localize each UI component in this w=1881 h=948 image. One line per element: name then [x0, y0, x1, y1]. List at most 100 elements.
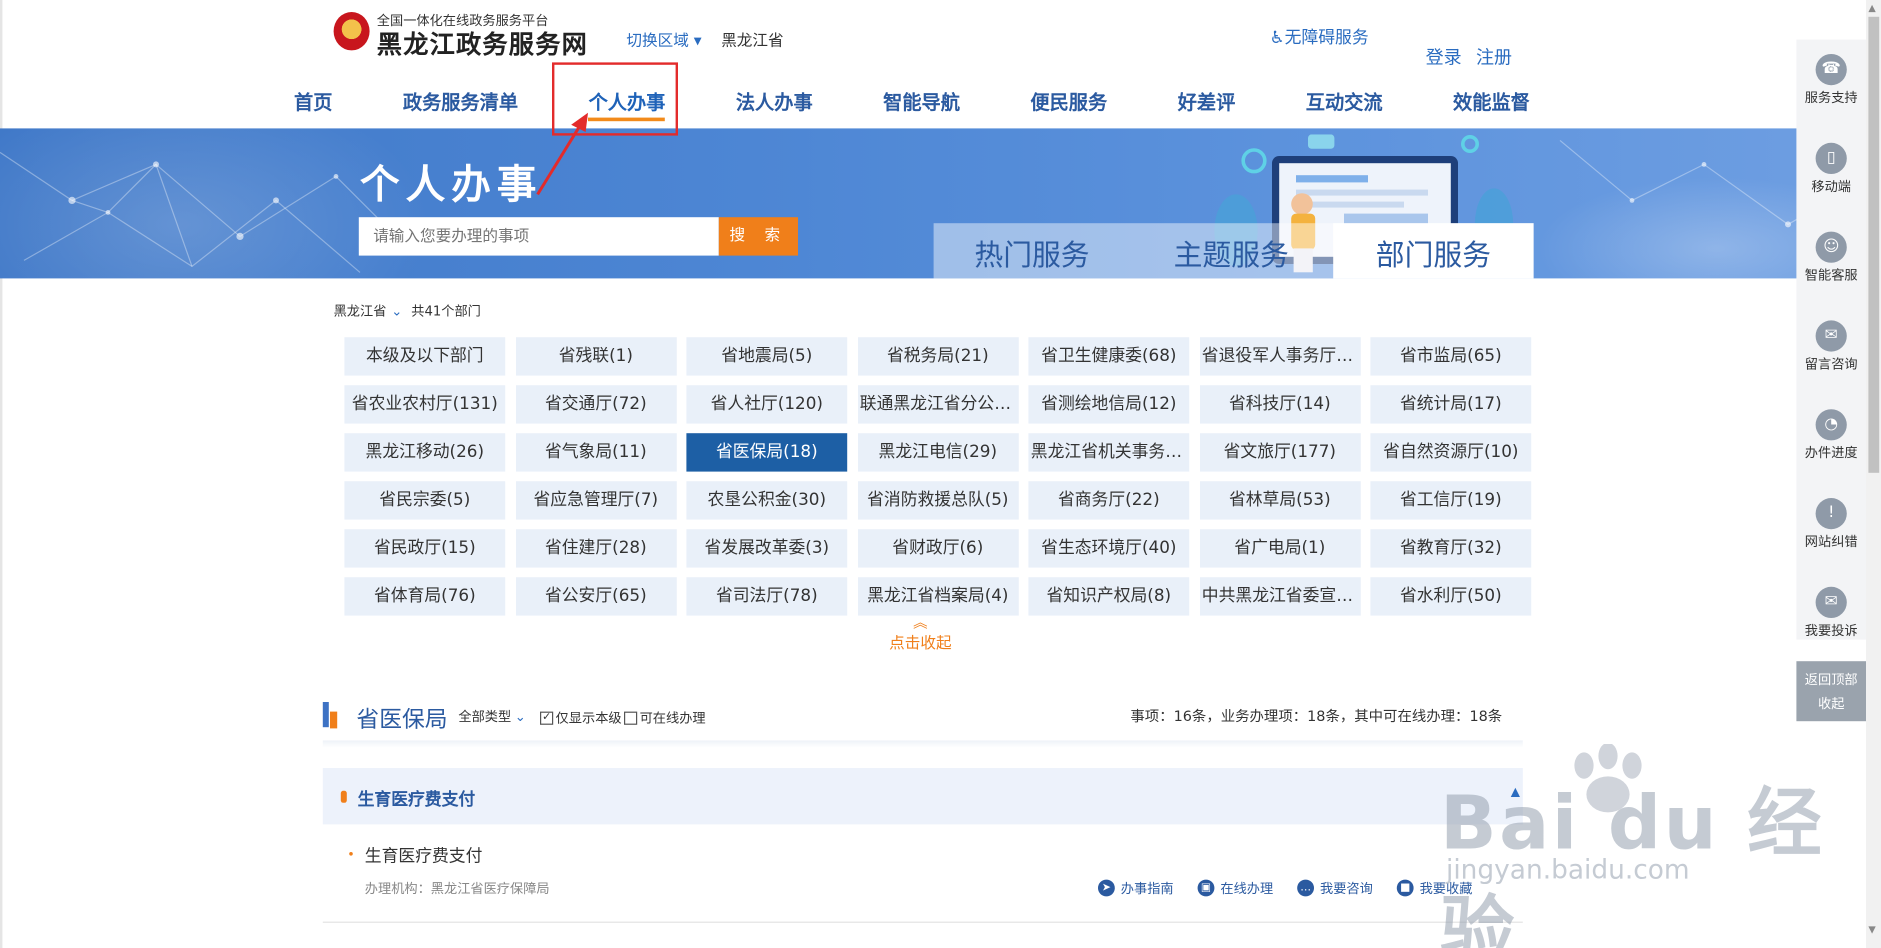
- department-item[interactable]: 省卫生健康委(68): [1028, 337, 1190, 376]
- search-button[interactable]: 搜 索: [718, 217, 799, 256]
- site-title[interactable]: 黑龙江政务服务网: [377, 25, 588, 61]
- region-switch[interactable]: 切换区域 ▾: [626, 28, 701, 50]
- department-item[interactable]: 省农业农村厅(131): [344, 385, 506, 424]
- nav-service-list[interactable]: 政务服务清单: [385, 86, 536, 115]
- page: 全国一体化在线政务服务平台 黑龙江政务服务网 切换区域 ▾ 黑龙江省 ♿无障碍服…: [0, 0, 1881, 948]
- department-item[interactable]: 省发展改革委(3): [686, 529, 848, 568]
- department-item[interactable]: 省市监局(65): [1370, 337, 1532, 376]
- department-item[interactable]: 省测绘地信局(12): [1028, 385, 1190, 424]
- nav-smart-guide[interactable]: 智能导航: [865, 86, 978, 115]
- tab-department-services[interactable]: 部门服务: [1333, 223, 1534, 279]
- department-item[interactable]: 省住建厅(28): [515, 529, 677, 568]
- type-filter[interactable]: 全部类型 ⌄: [458, 707, 525, 726]
- only-this-level-checkbox[interactable]: ✓ 仅显示本级: [540, 708, 622, 727]
- section-marker-accent: [330, 711, 338, 729]
- department-item[interactable]: 省气象局(11): [515, 433, 677, 472]
- department-item[interactable]: 黑龙江移动(26): [344, 433, 506, 472]
- item-actions: ➤ 办事指南 ▣ 在线办理 … 我要咨询 ■ 我要收藏: [1098, 878, 1472, 897]
- department-item[interactable]: 农垦公积金(30): [686, 481, 848, 520]
- item-organization: 办理机构：黑龙江省医疗保障局: [364, 880, 550, 897]
- nav-convenience[interactable]: 便民服务: [1012, 86, 1125, 115]
- department-item[interactable]: 本级及以下部门: [344, 337, 506, 376]
- guide-button[interactable]: ➤ 办事指南: [1098, 878, 1174, 897]
- watermark-url: jingyan.baidu.com: [1446, 855, 1690, 886]
- nav-rating[interactable]: 好差评: [1160, 86, 1254, 115]
- department-item[interactable]: 省税务局(21): [857, 337, 1019, 376]
- department-item[interactable]: 省林草局(53): [1199, 481, 1361, 520]
- register-link[interactable]: 注册: [1476, 44, 1512, 69]
- nav-interaction[interactable]: 互动交流: [1288, 86, 1401, 115]
- department-item[interactable]: 黑龙江省机关事务管...: [1028, 433, 1190, 472]
- scrollbar-thumb[interactable]: [1868, 16, 1880, 473]
- sidebar-complaint[interactable]: ✉ 我要投诉: [1796, 586, 1866, 661]
- online-only-checkbox[interactable]: 可在线办理: [624, 708, 706, 727]
- department-item[interactable]: 省应急管理厅(7): [515, 481, 677, 520]
- department-item[interactable]: 省民宗委(5): [344, 481, 506, 520]
- region-label: 黑龙江省: [333, 303, 387, 320]
- item-title[interactable]: 生育医疗费支付: [365, 844, 483, 868]
- department-item[interactable]: 省司法厅(78): [686, 577, 848, 616]
- back-to-top-label: 返回顶部: [1804, 672, 1858, 688]
- department-item[interactable]: 省消防救援总队(5): [857, 481, 1019, 520]
- sidebar-service-support[interactable]: ☎ 服务支持: [1796, 54, 1866, 128]
- department-item[interactable]: 省医保局(18): [686, 433, 848, 472]
- department-item[interactable]: 省财政厅(6): [857, 529, 1019, 568]
- department-item[interactable]: 中共黑龙江省委宣传...: [1199, 577, 1361, 616]
- department-item[interactable]: 省生态环境厅(40): [1028, 529, 1190, 568]
- warning-monitor-icon: !: [1815, 498, 1847, 530]
- department-item[interactable]: 省残联(1): [515, 337, 677, 376]
- department-item[interactable]: 省交通厅(72): [515, 385, 677, 424]
- department-item[interactable]: 省文旅厅(177): [1199, 433, 1361, 472]
- department-item[interactable]: 省公安厅(65): [515, 577, 677, 616]
- online-apply-button[interactable]: ▣ 在线办理: [1197, 878, 1273, 897]
- nav-home[interactable]: 首页: [276, 86, 350, 115]
- right-sidebar: ☎ 服务支持 ▯ 移动端 ☺ 智能客服 ✉ 留言咨询 ◔ 办件进度 ! 网站纠错 ✉ 我要投诉…: [1796, 40, 1867, 722]
- sidebar-label: 移动端: [1811, 178, 1852, 195]
- consult-button[interactable]: … 我要咨询: [1297, 878, 1373, 897]
- sidebar-mobile[interactable]: ▯ 移动端: [1796, 142, 1866, 217]
- collapse-sidebar-label[interactable]: 收起: [1796, 695, 1866, 714]
- sidebar-message[interactable]: ✉ 留言咨询: [1796, 320, 1866, 394]
- department-region-selector[interactable]: 黑龙江省 ⌄ 共41个部门: [334, 301, 481, 320]
- headset-icon: ☎: [1815, 54, 1847, 86]
- monitor-icon: ▣: [1197, 879, 1215, 897]
- search-input[interactable]: [358, 217, 719, 256]
- department-item[interactable]: 省教育厅(32): [1370, 529, 1532, 568]
- department-item[interactable]: 省商务厅(22): [1028, 481, 1190, 520]
- department-item[interactable]: 省民政厅(15): [344, 529, 506, 568]
- collapse-button[interactable]: ︽ 点击收起: [882, 616, 959, 653]
- scroll-up-icon[interactable]: ▲: [1868, 2, 1875, 13]
- online-only-label: 可在线办理: [639, 710, 706, 726]
- sidebar-smart-service[interactable]: ☺ 智能客服: [1796, 231, 1866, 306]
- accessibility-link[interactable]: ♿无障碍服务: [1270, 25, 1369, 49]
- department-item[interactable]: 省工信厅(19): [1370, 481, 1532, 520]
- double-chevron-up-icon: ︽: [913, 614, 928, 632]
- nav-supervision[interactable]: 效能监督: [1435, 86, 1548, 115]
- nav-corporate[interactable]: 法人办事: [718, 86, 831, 115]
- department-count: 共41个部门: [411, 303, 481, 320]
- department-item[interactable]: 联通黑龙江省分公司...: [857, 385, 1019, 424]
- department-item[interactable]: 省知识产权局(8): [1028, 577, 1190, 616]
- department-item[interactable]: 省科技厅(14): [1199, 385, 1361, 424]
- sidebar-correction[interactable]: ! 网站纠错: [1796, 498, 1866, 572]
- navigation-icon: ➤: [1098, 879, 1115, 897]
- guide-label: 办事指南: [1120, 880, 1174, 897]
- department-item[interactable]: 省体育局(76): [344, 577, 506, 616]
- department-item[interactable]: 省人社厅(120): [686, 385, 848, 424]
- back-to-top-button[interactable]: 返回顶部 收起: [1796, 661, 1867, 722]
- department-item[interactable]: 黑龙江电信(29): [857, 433, 1019, 472]
- department-item[interactable]: 省统计局(17): [1370, 385, 1532, 424]
- section-marker-icon: [322, 702, 329, 728]
- department-item[interactable]: 省退役军人事务厅(6): [1199, 337, 1361, 376]
- login-link[interactable]: 登录: [1426, 44, 1462, 69]
- tab-theme-services[interactable]: 主题服务: [1174, 223, 1289, 278]
- tab-hot-services[interactable]: 热门服务: [974, 223, 1089, 278]
- group-header[interactable]: [322, 768, 1523, 825]
- department-item[interactable]: 省自然资源厅(10): [1370, 433, 1532, 472]
- department-item[interactable]: 省广电局(1): [1199, 529, 1361, 568]
- department-item[interactable]: 黑龙江省档案局(4): [857, 577, 1019, 616]
- department-item[interactable]: 省地震局(5): [686, 337, 848, 376]
- sidebar-progress[interactable]: ◔ 办件进度: [1796, 409, 1866, 483]
- scroll-down-icon[interactable]: ▼: [1868, 924, 1875, 935]
- department-item[interactable]: 省水利厅(50): [1370, 577, 1532, 616]
